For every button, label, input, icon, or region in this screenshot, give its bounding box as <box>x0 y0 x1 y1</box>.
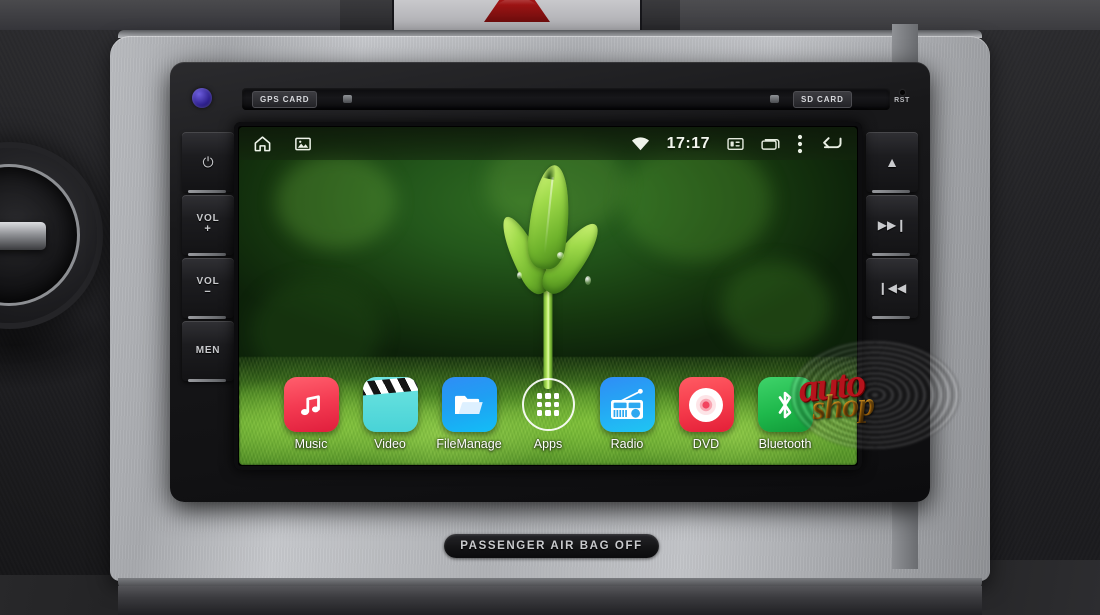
screenshot-root: PASSENGER AIR BAG OFF GPS CARD SD CARD R… <box>0 0 1100 615</box>
reset-button[interactable]: RST <box>884 90 920 104</box>
screenshot-icon[interactable] <box>727 137 744 151</box>
sd-card-slot-label[interactable]: SD CARD <box>793 91 852 108</box>
power-button[interactable]: ⏻ <box>182 132 234 193</box>
volume-down-sign: − <box>204 285 212 298</box>
disc-icon[interactable] <box>678 377 734 432</box>
volume-up-button[interactable]: VOL + <box>182 195 234 256</box>
volume-down-button[interactable]: VOL − <box>182 258 234 319</box>
app-label: Bluetooth <box>758 437 812 451</box>
dashboard-upper-left-panel <box>0 0 340 30</box>
radio-icon[interactable] <box>599 377 655 432</box>
air-vent-blade[interactable] <box>0 222 46 250</box>
back-arrow-icon[interactable] <box>820 135 843 152</box>
eject-icon: ▲ <box>885 154 899 170</box>
app-label: Video <box>374 437 406 451</box>
gps-card-slot-label[interactable]: GPS CARD <box>252 91 318 108</box>
status-bar-clock: 17:17 <box>666 134 710 152</box>
music-note-icon[interactable] <box>283 377 339 432</box>
volume-up-sign: + <box>204 222 212 235</box>
eject-button[interactable]: ▲ <box>866 132 918 193</box>
app-label: Music <box>294 437 328 451</box>
previous-track-button[interactable]: ❙◀◀ <box>866 258 918 319</box>
app-item-radio[interactable]: Radio <box>596 377 658 451</box>
next-track-button[interactable]: ▶▶❙ <box>866 195 918 256</box>
volume-up-label: VOL + <box>196 213 220 235</box>
menu-button[interactable]: MEN <box>182 321 234 382</box>
status-bar-left-group <box>253 134 312 153</box>
bokeh-blob <box>276 154 397 250</box>
sd-slot-led-icon <box>770 95 779 103</box>
gallery-icon[interactable] <box>294 135 312 153</box>
clapperboard-icon[interactable] <box>362 377 418 432</box>
reset-label: RST <box>894 97 910 104</box>
app-item-apps[interactable]: Apps <box>517 377 579 451</box>
app-label: Apps <box>533 437 563 451</box>
hazard-button-plate <box>392 0 642 34</box>
home-icon[interactable] <box>253 134 272 153</box>
next-track-icon: ▶▶❙ <box>877 218 907 232</box>
passenger-airbag-label: PASSENGER AIR BAG OFF <box>460 540 643 552</box>
app-item-dvd[interactable]: DVD <box>675 377 737 451</box>
app-label: DVD <box>692 437 720 451</box>
menu-button-label: MEN <box>195 344 221 356</box>
volume-down-label: VOL − <box>196 276 220 298</box>
previous-track-icon: ❙◀◀ <box>877 281 907 295</box>
ir-sensor-icon <box>192 88 212 108</box>
app-item-bluetooth[interactable]: Bluetooth <box>754 377 816 451</box>
app-dock: Music Video FileManage Apps Radio DVD Bl… <box>239 377 857 451</box>
bokeh-blob <box>721 262 832 353</box>
gps-slot-led-icon <box>343 95 352 103</box>
app-drawer-icon[interactable] <box>521 377 576 432</box>
android-screen[interactable]: 17:17 Music Video FileManage Apps Radio … <box>239 127 857 465</box>
hazard-triangle-icon[interactable] <box>484 0 550 22</box>
wifi-icon[interactable] <box>631 136 650 151</box>
app-item-music[interactable]: Music <box>280 377 342 451</box>
app-label: FileManage <box>436 437 502 451</box>
app-label: Radio <box>610 437 644 451</box>
recent-apps-icon[interactable] <box>761 137 780 151</box>
dashboard-upper-right-panel <box>680 0 1100 33</box>
overflow-menu-icon[interactable] <box>797 134 803 154</box>
reset-pinhole-icon <box>899 90 905 95</box>
bluetooth-icon[interactable] <box>757 377 813 432</box>
power-icon: ⏻ <box>202 153 214 170</box>
app-item-video[interactable]: Video <box>359 377 421 451</box>
passenger-airbag-indicator: PASSENGER AIR BAG OFF <box>444 534 659 558</box>
status-bar-right-group: 17:17 <box>631 134 843 154</box>
app-drawer-circle <box>521 378 575 431</box>
console-bottom-ledge <box>118 586 982 615</box>
dew-drop <box>585 275 592 285</box>
left-button-column: ⏻ VOL + VOL − MEN <box>182 132 234 382</box>
folder-icon[interactable] <box>441 377 497 432</box>
head-unit: GPS CARD SD CARD RST ⏻ VOL + VOL − MEN ▲… <box>170 62 930 502</box>
app-item-filemanage[interactable]: FileManage <box>436 377 502 451</box>
status-bar: 17:17 <box>239 127 857 160</box>
screen-bezel: 17:17 Music Video FileManage Apps Radio … <box>234 122 862 470</box>
clapper-stripes <box>362 377 418 396</box>
right-button-column: ▲ ▶▶❙ ❙◀◀ <box>866 132 918 319</box>
